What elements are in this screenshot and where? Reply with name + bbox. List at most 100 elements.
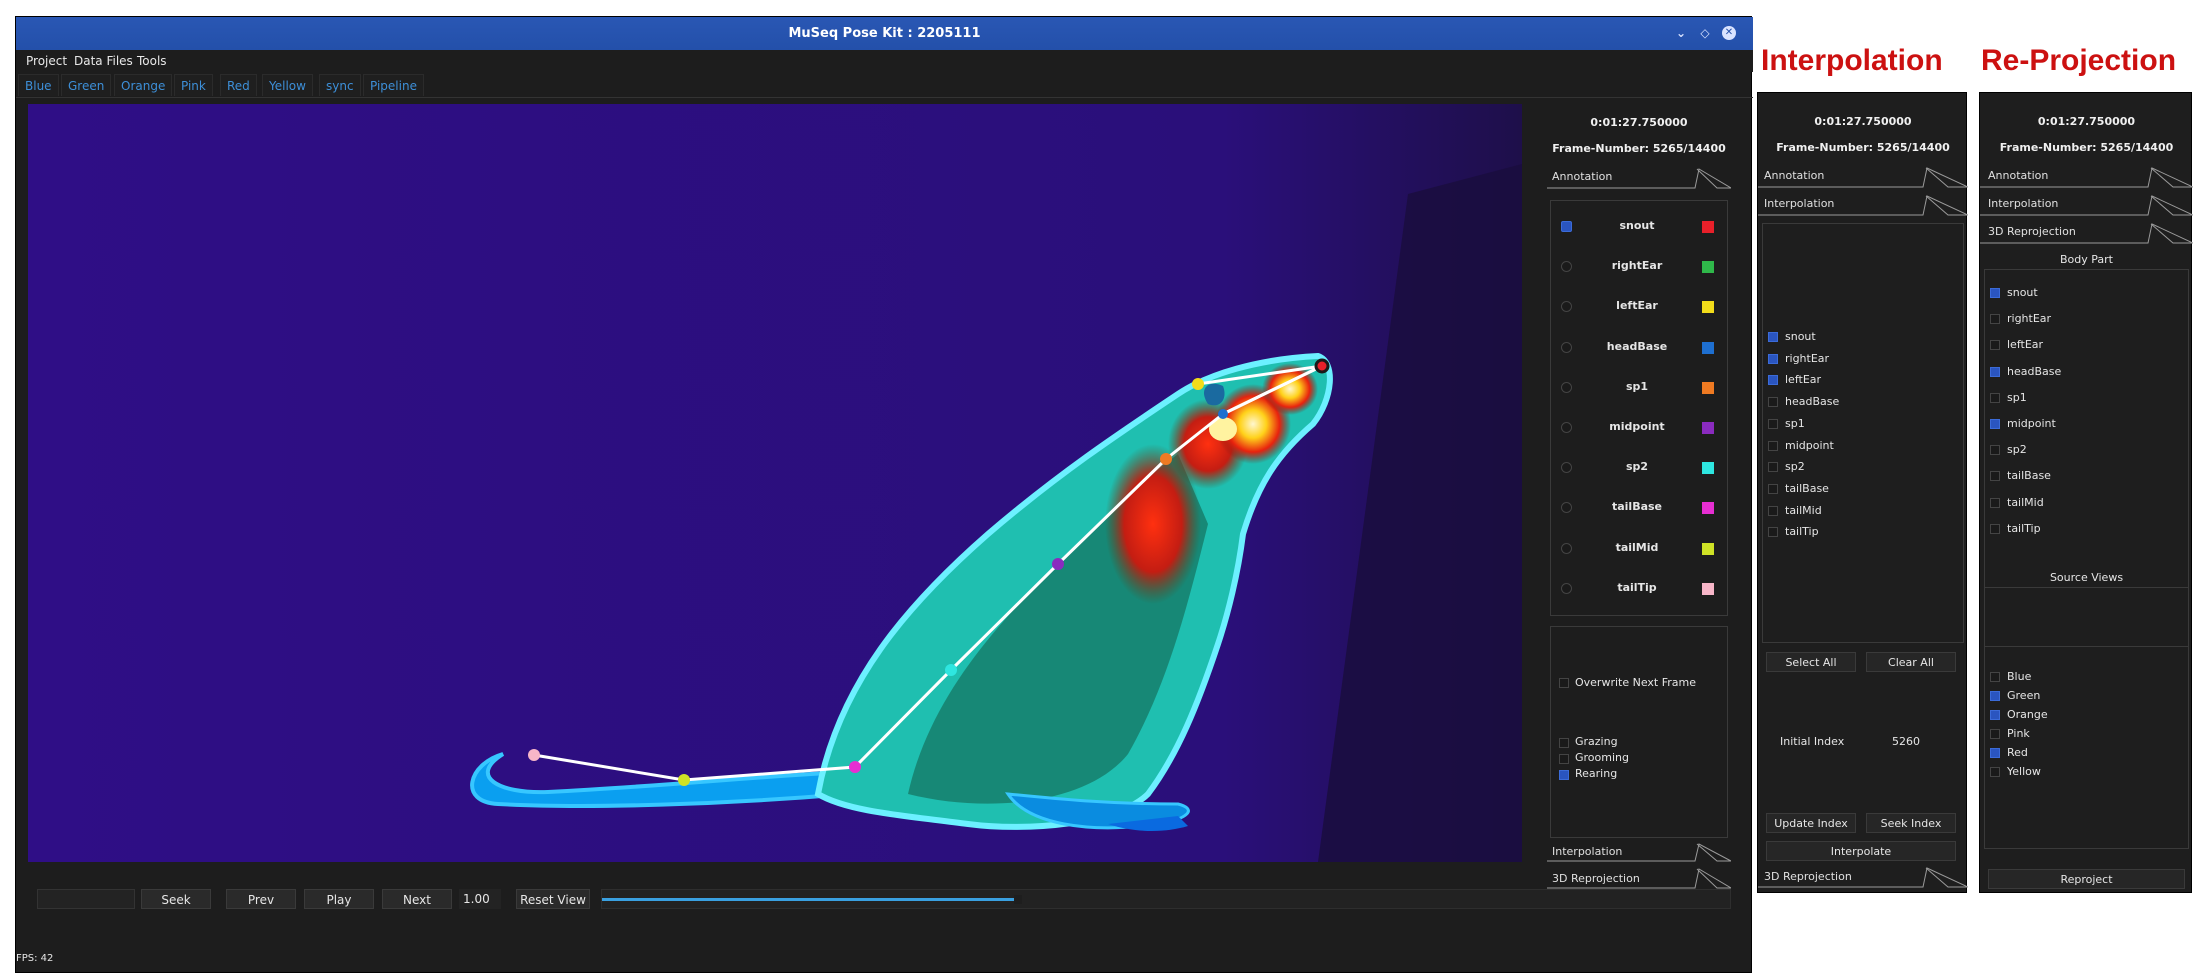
playback-controls: Seek Prev Play Next 1.00 Reset View bbox=[15, 880, 1752, 920]
interp-tailBase-checkbox[interactable] bbox=[1768, 483, 1778, 494]
body-part-midpoint-radio[interactable] bbox=[1561, 422, 1572, 433]
tab-pink[interactable]: Pink bbox=[174, 74, 213, 96]
interp-rightEar-checkbox[interactable] bbox=[1768, 353, 1778, 364]
body-part-snout-radio[interactable] bbox=[1561, 221, 1572, 232]
grooming-label: Grooming bbox=[1575, 751, 1629, 764]
rearing-checkbox[interactable] bbox=[1559, 770, 1569, 780]
tab-blue[interactable]: Blue bbox=[18, 74, 59, 96]
keypoint-tailBase[interactable] bbox=[849, 761, 861, 773]
minimize-icon[interactable]: ⌄ bbox=[1674, 26, 1688, 40]
reproj-tailMid-checkbox[interactable] bbox=[1990, 497, 2000, 508]
interp-sp2-checkbox[interactable] bbox=[1768, 462, 1778, 473]
interp-tailMid-checkbox[interactable] bbox=[1768, 505, 1778, 516]
play-button[interactable]: Play bbox=[304, 889, 374, 909]
interp-headBase-checkbox[interactable] bbox=[1768, 397, 1778, 408]
seek-button[interactable]: Seek bbox=[141, 889, 211, 909]
reproj-sp1-label: sp1 bbox=[2007, 390, 2027, 404]
seek-input[interactable] bbox=[37, 889, 135, 909]
grooming-checkbox[interactable] bbox=[1559, 754, 1569, 764]
reproj-sp1-checkbox[interactable] bbox=[1990, 392, 2000, 403]
interp-sp1-checkbox[interactable] bbox=[1768, 418, 1778, 429]
keypoint-tailTip[interactable] bbox=[528, 749, 540, 761]
keypoint-headBase[interactable] bbox=[1218, 409, 1228, 419]
body-part-tailBase-color-swatch bbox=[1702, 502, 1714, 515]
source-view-yellow-checkbox[interactable] bbox=[1990, 767, 2000, 777]
menu-data-files[interactable]: Data Files bbox=[74, 54, 133, 68]
grazing-checkbox[interactable] bbox=[1559, 738, 1569, 748]
interp-tailTip-checkbox[interactable] bbox=[1768, 527, 1778, 538]
source-view-blue-label: Blue bbox=[2007, 670, 2032, 683]
maximize-icon[interactable]: ◇ bbox=[1698, 26, 1712, 40]
reproj-rightEar-checkbox[interactable] bbox=[1990, 314, 2000, 325]
reproj-rightEar-label: rightEar bbox=[2007, 312, 2052, 326]
keypoint-leftEar[interactable] bbox=[1192, 378, 1204, 390]
reproj-headBase-checkbox[interactable] bbox=[1990, 366, 2000, 377]
keypoint-snout[interactable] bbox=[1314, 358, 1330, 374]
prev-button[interactable]: Prev bbox=[226, 889, 296, 909]
reproj-sp2-label: sp2 bbox=[2007, 443, 2027, 457]
source-view-orange-label: Orange bbox=[2007, 708, 2048, 721]
body-part-tailMid-radio[interactable] bbox=[1561, 542, 1572, 554]
interp-midpoint-checkbox[interactable] bbox=[1768, 440, 1778, 451]
reproj-tailBase-checkbox[interactable] bbox=[1990, 471, 2000, 482]
reset-view-button[interactable]: Reset View bbox=[516, 889, 590, 909]
frame-options-box bbox=[1550, 626, 1728, 838]
tab-sync[interactable]: sync bbox=[319, 74, 361, 96]
interp-midpoint-label: midpoint bbox=[1785, 438, 1834, 452]
source-view-red-label: Red bbox=[2007, 746, 2028, 759]
reproj-midpoint-checkbox[interactable] bbox=[1990, 419, 2000, 429]
source-view-pink-checkbox[interactable] bbox=[1990, 729, 2000, 739]
source-view-red-checkbox[interactable] bbox=[1990, 748, 2000, 758]
interp-rightEar-label: rightEar bbox=[1785, 351, 1830, 365]
source-view-green-checkbox[interactable] bbox=[1990, 691, 2000, 701]
keypoint-sp1[interactable] bbox=[1160, 453, 1172, 465]
reproj-snout-checkbox[interactable] bbox=[1990, 288, 2000, 298]
reproj-tailTip-checkbox[interactable] bbox=[1990, 523, 2000, 534]
body-part-tailTip-radio[interactable] bbox=[1561, 582, 1572, 594]
reproject-button[interactable]: Reproject bbox=[1988, 869, 2185, 889]
next-button[interactable]: Next bbox=[382, 889, 452, 909]
section-header-divider bbox=[1980, 223, 2193, 244]
body-part-headBase-radio[interactable] bbox=[1561, 341, 1572, 353]
close-icon[interactable]: ✕ bbox=[1722, 26, 1736, 40]
overwrite-next-frame-checkbox[interactable] bbox=[1559, 678, 1569, 688]
window-title: MuSeq Pose Kit : 2205111 bbox=[788, 26, 981, 41]
video-frame[interactable] bbox=[28, 104, 1522, 862]
tab-green[interactable]: Green bbox=[61, 74, 112, 96]
menu-bar: Project Data Files Tools bbox=[16, 50, 1753, 72]
body-part-midpoint-color-swatch bbox=[1702, 422, 1714, 434]
keypoint-sp2[interactable] bbox=[945, 664, 957, 676]
body-part-midpoint-label: midpoint bbox=[1609, 420, 1665, 433]
tab-yellow[interactable]: Yellow bbox=[262, 74, 313, 96]
tab-pipeline[interactable]: Pipeline bbox=[363, 74, 424, 96]
interpolate-button[interactable]: Interpolate bbox=[1766, 841, 1956, 861]
interp-leftEar-label: leftEar bbox=[1785, 373, 1822, 387]
progress-handle[interactable] bbox=[1014, 895, 1023, 904]
reproj-sp2-checkbox[interactable] bbox=[1990, 445, 2000, 456]
reproj-leftEar-checkbox[interactable] bbox=[1990, 340, 2000, 351]
tab-red[interactable]: Red bbox=[220, 74, 257, 96]
source-view-blue-checkbox[interactable] bbox=[1990, 672, 2000, 682]
body-part-sp1-radio[interactable] bbox=[1561, 381, 1572, 393]
tab-orange[interactable]: Orange bbox=[114, 74, 173, 96]
keypoint-midpoint[interactable] bbox=[1052, 558, 1064, 570]
update-index-button[interactable]: Update Index bbox=[1766, 813, 1856, 833]
clear-all-button[interactable]: Clear All bbox=[1866, 652, 1956, 672]
reproj-midpoint-label: midpoint bbox=[2007, 417, 2056, 430]
source-view-orange-checkbox[interactable] bbox=[1990, 710, 2000, 720]
progress-track[interactable] bbox=[601, 889, 1731, 909]
keypoint-tailMid[interactable] bbox=[678, 774, 690, 786]
select-all-button[interactable]: Select All bbox=[1766, 652, 1856, 672]
interp-tailMid-label: tailMid bbox=[1785, 503, 1822, 517]
menu-project[interactable]: Project bbox=[26, 54, 67, 68]
interp-leftEar-checkbox[interactable] bbox=[1768, 375, 1778, 386]
interp-snout-checkbox[interactable] bbox=[1768, 332, 1778, 342]
section-header-divider bbox=[1547, 843, 1731, 862]
body-part-title: Body Part bbox=[2060, 253, 2113, 266]
seek-index-button[interactable]: Seek Index bbox=[1866, 813, 1956, 833]
menu-tools[interactable]: Tools bbox=[137, 54, 167, 68]
reproj-leftEar-label: leftEar bbox=[2007, 338, 2044, 352]
initial-index-value[interactable]: 5260 bbox=[1892, 735, 1920, 748]
speed-input[interactable]: 1.00 bbox=[459, 889, 501, 909]
progress-fill bbox=[602, 898, 1015, 901]
